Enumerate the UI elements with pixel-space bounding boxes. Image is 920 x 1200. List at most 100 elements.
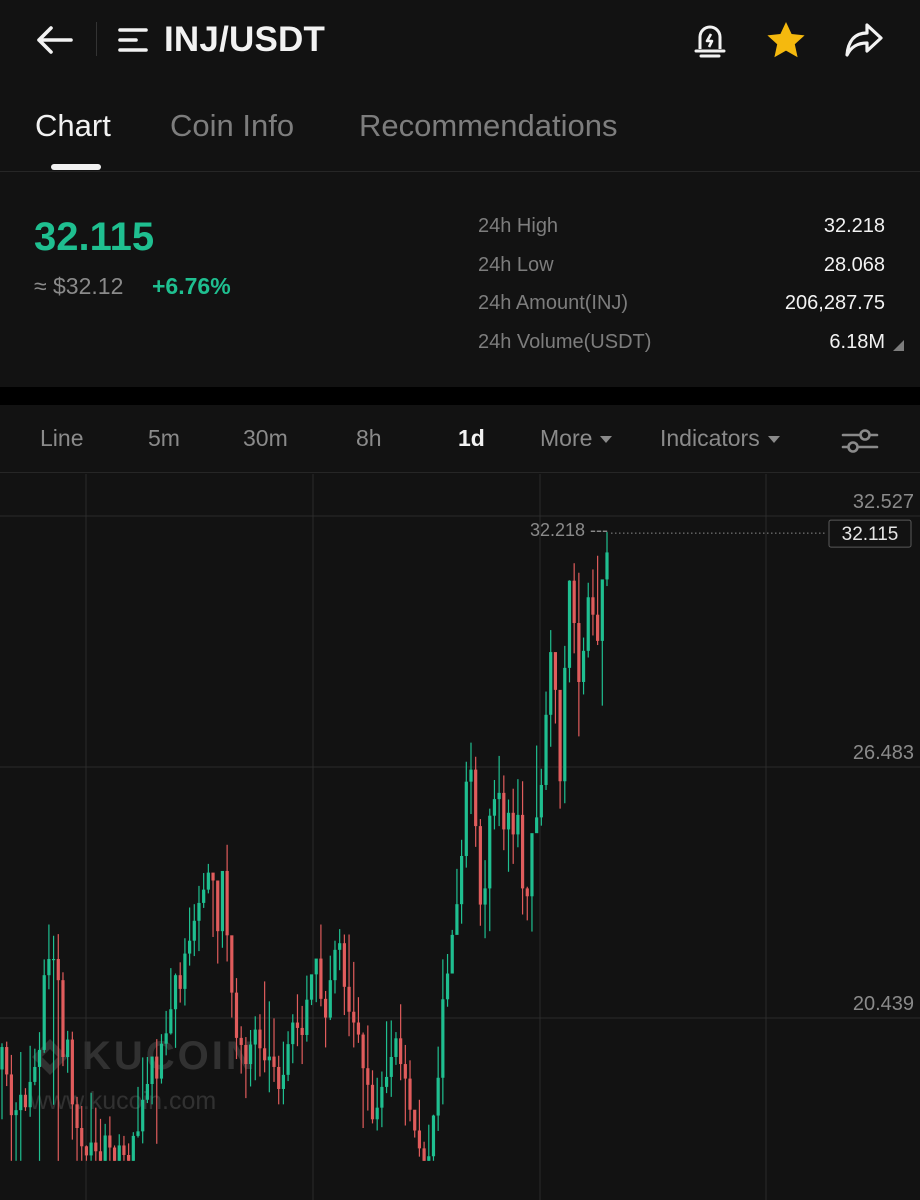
more-label: More [540,425,593,451]
candle-body [211,872,215,881]
candle-body [51,958,56,961]
pair-title: INJ/USDT [164,20,326,59]
chevron-down-icon [600,436,613,444]
stat-label-24h-high: 24h High [478,215,559,237]
candle-body [66,1039,70,1057]
candle-body [600,579,604,641]
candle-body [234,992,239,1038]
tab-recommendations[interactable]: Recommendations [359,108,617,144]
candle-body [19,1094,23,1111]
candle-body [42,975,46,1050]
favorite-star-icon[interactable] [762,16,810,64]
candle-body [244,1044,248,1065]
candle-body [342,943,346,987]
candle-body [164,1033,168,1044]
candle-body [272,1056,276,1067]
fiat-price: ≈ $32.12 [34,273,124,299]
candle-body [187,940,192,954]
candle-body [530,833,534,897]
stat-value-24h-volume: 6.18M [829,331,885,353]
candle-body [108,1135,112,1148]
candle-body [319,958,323,999]
candle-body [202,889,206,903]
interval-1d[interactable]: 1d [458,425,485,452]
last-price: 32.115 [34,215,155,259]
candle-body [103,1135,107,1161]
candle-body [127,1155,131,1161]
candle-body [309,974,314,1000]
chart-toolbar: Line 5m 30m 8h 1d More Indicators [0,405,920,473]
candle-body [267,1056,271,1061]
candle-body [169,1009,173,1034]
candle-body [492,799,497,816]
candlestick-chart[interactable]: KUCOIN www.kucoin.com 32.527 26.483 20.439… [0,474,920,1200]
candle-body [408,1078,412,1110]
indicators-dropdown[interactable]: Indicators [660,425,780,452]
chart-settings-sliders-icon[interactable] [836,421,884,461]
candle-body [361,1034,365,1069]
candle-body [572,580,576,624]
interval-line[interactable]: Line [40,425,83,452]
candle-body [117,1145,121,1161]
more-intervals-dropdown[interactable]: More [540,425,613,452]
share-icon[interactable] [840,16,888,64]
candle-body [520,814,525,889]
candle-body [56,958,60,981]
candle-body [94,1142,98,1152]
interval-30m[interactable]: 30m [243,425,288,452]
candle-body [136,1131,140,1136]
candle-body [145,1083,149,1100]
last-price-label: 32.115 [842,524,899,545]
tab-chart[interactable]: Chart [35,108,111,144]
candle-body [553,652,558,690]
candle-body [305,999,309,1035]
candle-body [258,1029,262,1049]
candle-body [389,1056,393,1077]
candle-body [417,1130,422,1149]
candle-body [394,1038,398,1057]
candle-body [478,826,482,905]
candle-body [549,652,553,715]
y-axis-tick-label: 20.439 [853,993,914,1015]
candle-body [567,580,572,668]
candle-body [539,784,543,818]
candle-body [263,1048,267,1061]
candle-body [450,934,454,974]
candle-body [122,1145,126,1156]
main-tabs: Chart Coin Info Recommendations [0,88,920,172]
candle-body [300,1027,304,1035]
candle-body [324,998,328,1018]
candle-body [206,872,210,890]
candle-body [173,975,178,1010]
pair-selector[interactable]: INJ/USDT [118,14,325,66]
candle-body [596,614,600,641]
candle-body [474,769,478,827]
candle-body [563,667,567,782]
back-arrow-icon[interactable] [28,14,82,66]
volume-toggle-triangle-icon[interactable] [893,340,904,351]
candle-body [75,1104,79,1129]
candle-body [431,1115,436,1157]
interval-5m[interactable]: 5m [148,425,180,452]
candle-body [511,812,515,835]
price-alert-icon[interactable] [686,16,734,64]
candle-body [197,902,201,921]
candle-body [441,999,445,1078]
candle-body [28,1081,32,1108]
candle-body [112,1147,117,1161]
candle-body [155,1056,159,1079]
stat-value-24h-amount: 206,287.75 [784,292,885,314]
candle-body [516,814,520,835]
candle-body [225,870,229,936]
candle-body [61,980,65,1057]
candle-body [216,880,220,932]
tab-coin-info[interactable]: Coin Info [170,108,294,144]
candle-body [281,1074,285,1089]
candle-body [33,1066,37,1082]
candle-body [605,552,609,580]
candle-body [525,888,529,897]
candle-body [295,1022,300,1028]
stat-label-24h-amount: 24h Amount(INJ) [478,292,629,314]
interval-8h[interactable]: 8h [356,425,382,452]
candle-body [253,1029,257,1045]
